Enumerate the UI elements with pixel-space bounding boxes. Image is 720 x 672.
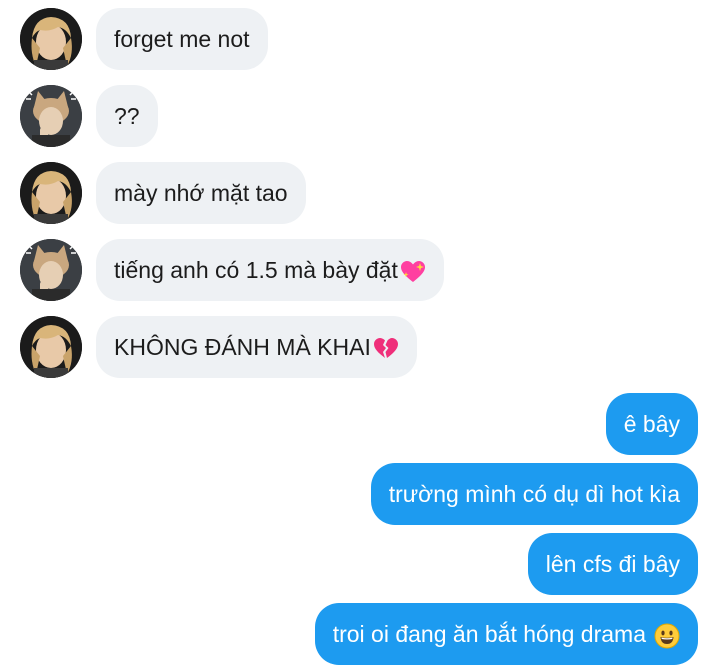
message-text: trường mình có dụ dì hot kìa: [388, 481, 680, 507]
message-text: ê bây: [623, 411, 680, 437]
message-text: tiếng anh có 1.5 mà bày đặt: [114, 257, 398, 283]
avatar[interactable]: [20, 8, 82, 70]
message-text: troi oi đang ăn bắt hóng drama: [332, 621, 646, 647]
message-bubble[interactable]: forget me not: [96, 8, 268, 70]
incoming-message-row: forget me not: [0, 8, 720, 70]
message-bubble[interactable]: lên cfs đi bây: [527, 533, 698, 595]
cat-ear-avatar-icon: [20, 85, 82, 147]
incoming-message-row: tiếng anh có 1.5 mà bày đặt: [0, 239, 720, 301]
blonde-avatar-icon: [20, 8, 82, 70]
message-text: lên cfs đi bây: [545, 551, 680, 577]
cat-ear-avatar-icon: [20, 239, 82, 301]
sparkling-heart-icon: [400, 260, 426, 284]
avatar[interactable]: [20, 162, 82, 224]
incoming-message-row: KHÔNG ĐÁNH MÀ KHAI: [0, 316, 720, 378]
chat-thread: forget me not ?? mày nhớ mặt tao tiếng a…: [0, 0, 720, 672]
message-text: mày nhớ mặt tao: [114, 180, 288, 206]
message-bubble[interactable]: ??: [96, 85, 158, 147]
avatar[interactable]: [20, 316, 82, 378]
message-text: ??: [114, 103, 140, 129]
message-bubble[interactable]: trường mình có dụ dì hot kìa: [370, 463, 698, 525]
blonde-avatar-icon: [20, 162, 82, 224]
message-bubble[interactable]: mày nhớ mặt tao: [96, 162, 306, 224]
avatar[interactable]: [20, 85, 82, 147]
message-bubble[interactable]: ê bây: [605, 393, 698, 455]
broken-heart-icon: [373, 337, 399, 361]
message-bubble[interactable]: tiếng anh có 1.5 mà bày đặt: [96, 239, 444, 301]
message-bubble[interactable]: KHÔNG ĐÁNH MÀ KHAI: [96, 316, 417, 378]
message-bubble[interactable]: troi oi đang ăn bắt hóng drama: [314, 603, 698, 665]
incoming-message-row: ??: [0, 85, 720, 147]
grinning-face-icon: [654, 623, 680, 649]
blonde-avatar-icon: [20, 316, 82, 378]
avatar[interactable]: [20, 239, 82, 301]
incoming-message-row: mày nhớ mặt tao: [0, 162, 720, 224]
message-text: KHÔNG ĐÁNH MÀ KHAI: [114, 334, 371, 360]
message-text: forget me not: [114, 26, 250, 52]
